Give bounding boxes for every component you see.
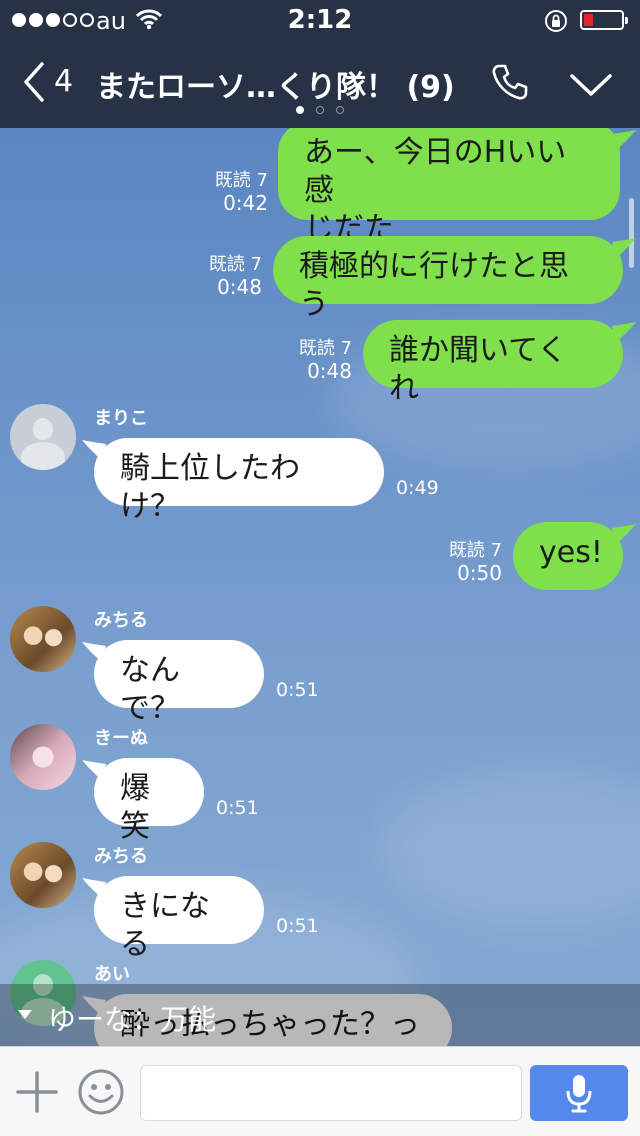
read-receipt: 既読 7 bbox=[208, 254, 262, 275]
chat-title[interactable]: またローソ…くり隊！ (9) bbox=[96, 62, 455, 106]
read-receipt: 既読 7 bbox=[448, 540, 502, 561]
their-message-bubble[interactable]: 爆笑 bbox=[94, 758, 204, 844]
my-message-bubble[interactable]: 誰か聞いてくれ bbox=[363, 320, 623, 406]
their-message-bubble[interactable]: なんで？ bbox=[94, 640, 264, 726]
notice-text: ゆーな：万能 bbox=[48, 1003, 217, 1036]
emoji-icon[interactable] bbox=[76, 1067, 126, 1117]
plus-icon[interactable] bbox=[14, 1069, 60, 1115]
phone-call-icon[interactable] bbox=[490, 62, 530, 102]
message-time: 0:51 bbox=[276, 915, 319, 937]
read-receipt: 既読 7 bbox=[298, 338, 352, 359]
message-time: 0:48 bbox=[307, 359, 352, 383]
their-message-bubble[interactable]: きになる bbox=[94, 876, 264, 962]
status-bar: au 2:12 bbox=[0, 0, 640, 40]
bubble-tail bbox=[612, 130, 636, 150]
message-meta: 既読 7 0:48 bbox=[290, 338, 352, 382]
bubble-tail bbox=[82, 440, 106, 460]
bubble-tail bbox=[82, 878, 106, 898]
voice-message-button[interactable] bbox=[530, 1065, 628, 1121]
their-message-bubble[interactable]: 騎上位したわけ？ bbox=[94, 438, 384, 524]
message-text: 積極的に行けたと思う bbox=[299, 249, 569, 322]
message-meta: 既読 7 0:42 bbox=[200, 170, 268, 214]
avatar[interactable] bbox=[10, 606, 76, 672]
message-text: yes! bbox=[539, 535, 603, 570]
sender-name: まりこ bbox=[94, 408, 148, 429]
message-input-bar bbox=[0, 1046, 640, 1136]
sender-name: みちる bbox=[94, 846, 148, 867]
bubble-tail bbox=[82, 760, 106, 780]
chevron-down-icon[interactable] bbox=[568, 70, 614, 100]
my-message-bubble[interactable]: 積極的に行けたと思う bbox=[273, 236, 623, 322]
message-text: 爆笑 bbox=[120, 771, 150, 844]
avatar[interactable] bbox=[10, 842, 76, 908]
chat-header: au 2:12 4 またローソ…くり隊！ (9) bbox=[0, 0, 640, 128]
microphone-icon bbox=[566, 1075, 592, 1113]
back-chevron-icon[interactable] bbox=[18, 60, 58, 104]
caret-down-icon[interactable] bbox=[18, 1010, 32, 1019]
my-message-bubble[interactable]: あー、今日のHいい感 じだた bbox=[278, 128, 620, 246]
bubble-tail bbox=[612, 238, 636, 258]
bubble-tail bbox=[82, 642, 106, 662]
sender-name: きーぬ bbox=[94, 728, 148, 749]
my-message-bubble[interactable]: yes! bbox=[513, 522, 623, 590]
chat-area[interactable]: 既読 7 0:42 あー、今日のHいい感 じだた 既読 7 0:48 積極的に行… bbox=[0, 128, 640, 1048]
message-text: なんで？ bbox=[120, 653, 180, 726]
message-time: 0:51 bbox=[276, 679, 319, 701]
page-indicator bbox=[0, 106, 640, 114]
message-time: 0:50 bbox=[457, 561, 502, 585]
message-time: 0:49 bbox=[396, 477, 439, 499]
bubble-tail bbox=[612, 322, 636, 342]
message-time: 0:42 bbox=[223, 191, 268, 215]
message-time: 0:48 bbox=[217, 275, 262, 299]
read-receipt: 既読 7 bbox=[214, 170, 268, 191]
message-input[interactable] bbox=[140, 1065, 522, 1121]
message-meta: 既読 7 0:48 bbox=[200, 254, 262, 298]
avatar[interactable] bbox=[10, 724, 76, 790]
bubble-tail bbox=[612, 524, 636, 544]
sender-name: あい bbox=[94, 964, 130, 985]
avatar[interactable] bbox=[10, 404, 76, 470]
notice-bar[interactable]: ゆーな：万能 bbox=[0, 984, 640, 1046]
rotation-lock-icon bbox=[545, 10, 567, 32]
back-unread-count[interactable]: 4 bbox=[54, 64, 73, 99]
sender-name: みちる bbox=[94, 610, 148, 631]
battery-icon bbox=[580, 10, 628, 30]
message-text: あー、今日のHいい感 bbox=[304, 135, 567, 208]
message-text: 騎上位したわけ？ bbox=[120, 451, 300, 524]
message-time: 0:51 bbox=[216, 797, 259, 819]
message-meta: 既読 7 0:50 bbox=[438, 540, 502, 584]
